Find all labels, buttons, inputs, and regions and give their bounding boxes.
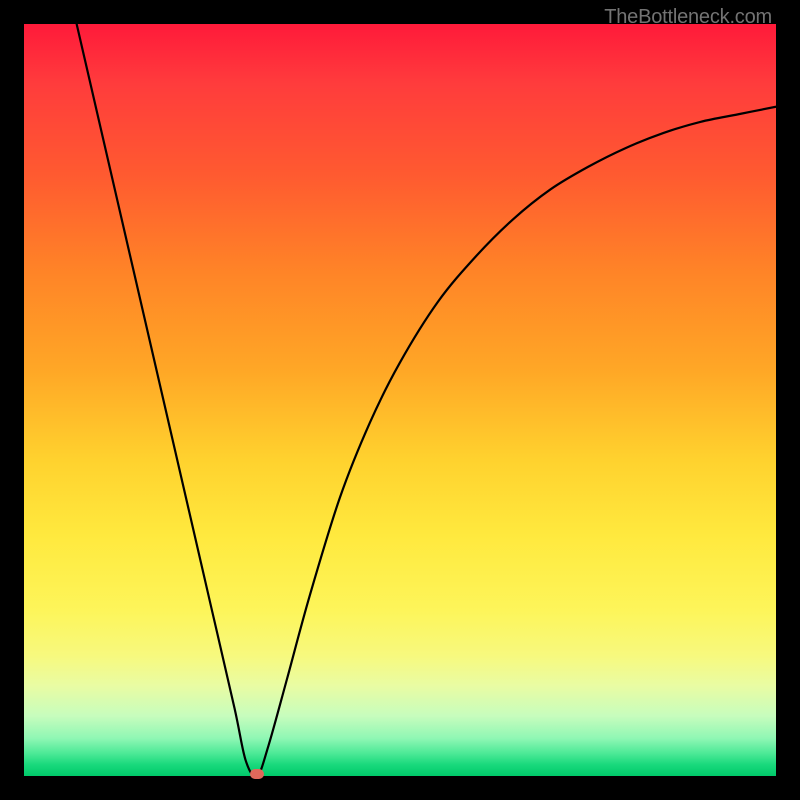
watermark-text: TheBottleneck.com bbox=[604, 6, 772, 29]
optimal-marker bbox=[250, 769, 264, 779]
plot-area bbox=[24, 24, 776, 776]
bottleneck-curve bbox=[24, 24, 776, 776]
